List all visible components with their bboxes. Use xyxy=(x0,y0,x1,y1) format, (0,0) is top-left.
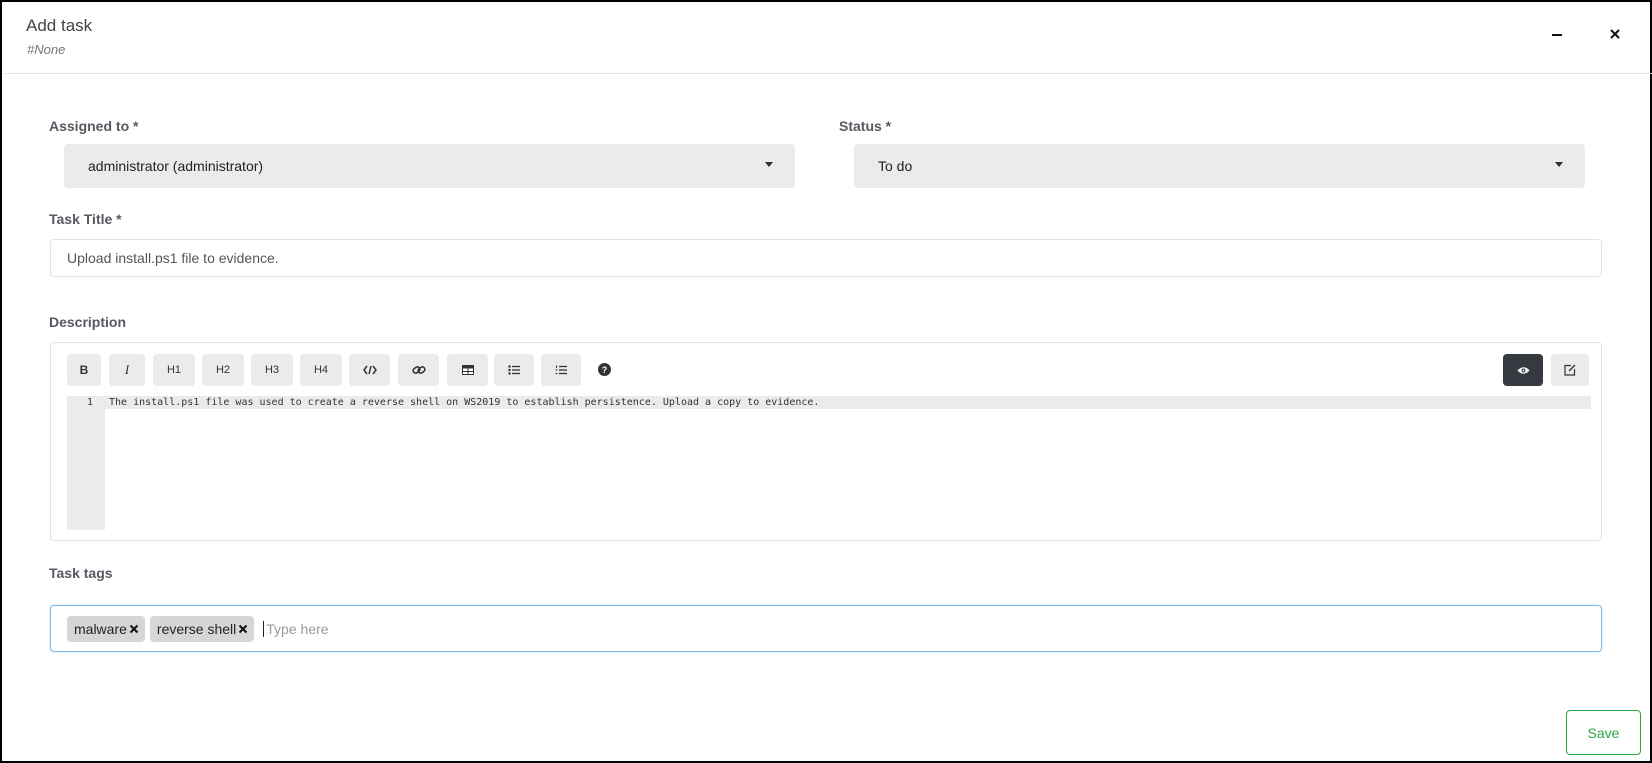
link-button[interactable] xyxy=(398,354,439,386)
table-icon xyxy=(461,365,474,375)
description-label: Description xyxy=(49,314,127,330)
code-button[interactable] xyxy=(349,354,390,386)
line-gutter: 1 xyxy=(67,396,105,530)
h4-button[interactable]: H4 xyxy=(300,354,342,386)
close-icon xyxy=(239,624,248,633)
task-tags-input-box[interactable]: malware reverse shell xyxy=(50,605,1602,652)
help-icon[interactable]: ? xyxy=(598,363,611,376)
close-icon xyxy=(1610,29,1620,39)
tag-label: malware xyxy=(74,620,127,637)
code-icon xyxy=(362,365,377,375)
status-select[interactable]: To do xyxy=(854,144,1585,188)
ordered-list-icon xyxy=(555,365,567,374)
tag-chip: malware xyxy=(67,615,145,642)
save-button[interactable]: Save xyxy=(1566,710,1641,755)
close-icon xyxy=(129,624,139,633)
assigned-to-value: administrator (administrator) xyxy=(88,158,264,174)
tag-remove-button[interactable] xyxy=(238,624,248,634)
line-number: 1 xyxy=(86,397,93,408)
table-button[interactable] xyxy=(447,354,488,386)
eye-icon xyxy=(1517,366,1529,374)
bold-button[interactable]: B xyxy=(67,354,101,386)
h3-button[interactable]: H3 xyxy=(251,354,293,386)
task-title-label: Task Title * xyxy=(49,211,122,227)
tag-text-input[interactable] xyxy=(263,620,564,637)
editor-line[interactable]: The install.ps1 file was used to create … xyxy=(105,396,1591,409)
task-title-input[interactable]: Upload install.ps1 file to evidence. xyxy=(50,239,1602,277)
modal-header: Add task #None xyxy=(4,4,1652,74)
bullet-list-button[interactable] xyxy=(494,354,534,386)
status-value: To do xyxy=(878,158,913,174)
assigned-to-label: Assigned to * xyxy=(49,118,139,134)
status-label: Status * xyxy=(839,118,892,134)
h1-button[interactable]: H1 xyxy=(153,354,195,386)
markdown-editor: B I H1 H2 H3 H4 ? 1 The install.ps1 file… xyxy=(50,342,1602,541)
h2-button[interactable]: H2 xyxy=(202,354,244,386)
assigned-to-select[interactable]: administrator (administrator) xyxy=(64,144,795,188)
minimize-button[interactable] xyxy=(1545,22,1569,46)
tag-remove-button[interactable] xyxy=(129,624,139,634)
minimize-icon xyxy=(1552,34,1562,36)
tag-label: reverse shell xyxy=(156,620,237,637)
modal-subtitle: #None xyxy=(27,42,66,57)
task-tags-label: Task tags xyxy=(49,565,113,581)
close-button[interactable] xyxy=(1603,22,1627,46)
edit-icon xyxy=(1564,364,1576,376)
chevron-down-icon xyxy=(1555,162,1563,167)
chevron-down-icon xyxy=(765,162,773,167)
bullet-list-icon xyxy=(508,365,520,375)
task-title-value: Upload install.ps1 file to evidence. xyxy=(67,250,279,266)
preview-button[interactable] xyxy=(1503,354,1543,386)
italic-button[interactable]: I xyxy=(109,354,145,386)
tag-chip: reverse shell xyxy=(149,615,255,642)
add-task-modal: Add task #None Assigned to * administrat… xyxy=(0,0,1652,763)
modal-title: Add task xyxy=(26,16,93,35)
link-icon xyxy=(411,366,426,374)
ordered-list-button[interactable] xyxy=(541,354,581,386)
edit-button[interactable] xyxy=(1551,354,1589,386)
